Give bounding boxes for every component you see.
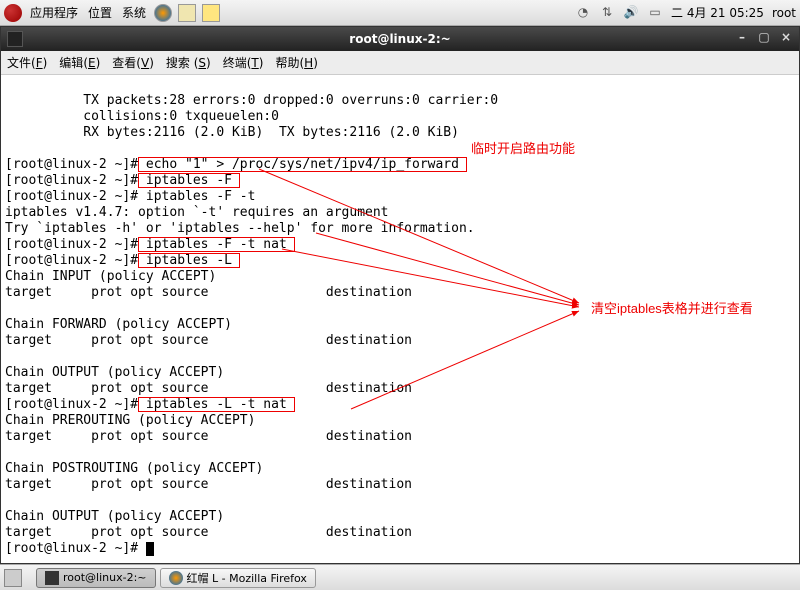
menu-apps[interactable]: 应用程序 <box>28 4 80 21</box>
maximize-button[interactable]: ▢ <box>755 30 773 46</box>
menu-edit[interactable]: 编辑(E) <box>59 54 100 71</box>
task-terminal[interactable]: root@linux-2:~ <box>36 568 156 588</box>
menu-file[interactable]: 文件(F) <box>7 54 47 71</box>
task-firefox[interactable]: 红帽 L - Mozilla Firefox <box>160 568 316 588</box>
menu-system[interactable]: 系统 <box>120 4 148 21</box>
launcher-firefox-icon[interactable] <box>154 4 172 22</box>
terminal-body[interactable]: TX packets:28 errors:0 dropped:0 overrun… <box>1 75 799 563</box>
window-title: root@linux-2:~ <box>349 32 450 46</box>
firefox-icon <box>169 571 183 585</box>
menubar: 文件(F) 编辑(E) 查看(V) 搜索 (S) 终端(T) 帮助(H) <box>1 51 799 75</box>
close-button[interactable]: × <box>777 30 795 46</box>
launcher-mail-icon[interactable] <box>178 4 196 22</box>
panel-bottom: root@linux-2:~ 红帽 L - Mozilla Firefox <box>0 564 800 590</box>
show-desktop-icon[interactable] <box>4 569 22 587</box>
update-icon[interactable]: ◔ <box>575 5 591 21</box>
distro-icon[interactable] <box>4 4 22 22</box>
window-icon <box>7 31 23 47</box>
display-icon[interactable]: ▭ <box>647 5 663 21</box>
menu-search[interactable]: 搜索 (S) <box>166 54 211 71</box>
network-icon[interactable]: ⇅ <box>599 5 615 21</box>
menu-terminal[interactable]: 终端(T) <box>223 54 264 71</box>
panel-top: 应用程序 位置 系统 ◔ ⇅ 🔊 ▭ 二 4月 21 05:25 root <box>0 0 800 26</box>
clock[interactable]: 二 4月 21 05:25 <box>671 4 764 21</box>
terminal-icon <box>45 571 59 585</box>
cmd-ip-forward: echo "1" > /proc/sys/net/ipv4/ip_forward <box>138 157 467 172</box>
menu-places[interactable]: 位置 <box>86 4 114 21</box>
launcher-notes-icon[interactable] <box>202 4 220 22</box>
minimize-button[interactable]: – <box>733 30 751 46</box>
annotation-iptables: 清空iptables表格并进行查看 <box>591 301 753 317</box>
menu-view[interactable]: 查看(V) <box>112 54 154 71</box>
cursor <box>146 542 154 556</box>
cmd-iptables-F: iptables -F <box>138 173 240 188</box>
cmd-iptables-L: iptables -L <box>138 253 240 268</box>
cmd-iptables-F-nat: iptables -F -t nat <box>138 237 295 252</box>
user-menu[interactable]: root <box>772 6 796 20</box>
volume-icon[interactable]: 🔊 <box>623 5 639 21</box>
titlebar[interactable]: root@linux-2:~ – ▢ × <box>1 27 799 51</box>
terminal-window: root@linux-2:~ – ▢ × 文件(F) 编辑(E) 查看(V) 搜… <box>0 26 800 564</box>
annotation-routing: 临时开启路由功能 <box>471 141 575 157</box>
menu-help[interactable]: 帮助(H) <box>275 54 317 71</box>
cmd-iptables-L-nat: iptables -L -t nat <box>138 397 295 412</box>
